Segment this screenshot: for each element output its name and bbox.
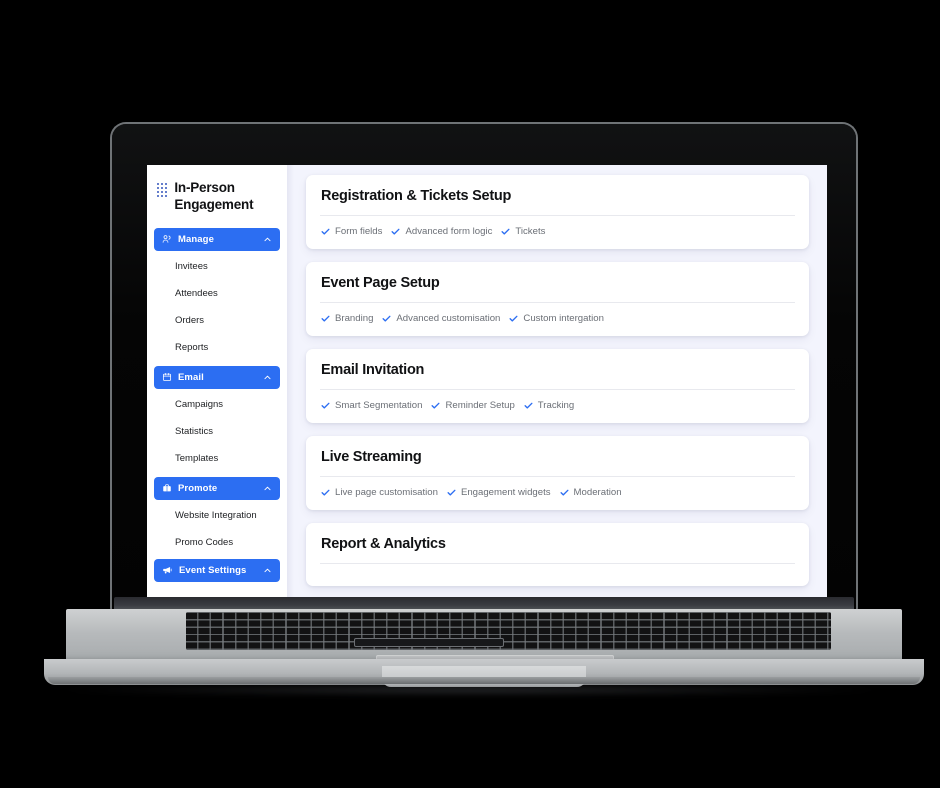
feature-label: Engagement widgets [460,487,551,498]
feature-item: Live page customisation [321,487,438,498]
feature-item: Tickets [501,226,545,237]
feature-label: Moderation [573,487,622,498]
laptop-base-top [66,609,902,683]
feature-item: Branding [321,313,373,324]
check-icon [391,228,400,235]
card-email-invitation: Email Invitation Smart Segmentation Remi… [306,349,809,423]
sidebar-item-email[interactable]: Email [154,365,280,389]
feature-item: Tracking [524,400,574,411]
sidebar-item-manage[interactable]: Manage [154,227,280,251]
feature-item: Moderation [560,487,622,498]
sidebar-item-attendees[interactable]: Attendees [147,280,287,307]
feature-label: Advanced form logic [405,226,493,237]
spacebar-key [354,638,504,647]
brand: In-Person Engagement [147,177,287,228]
feature-label: Branding [335,313,374,324]
card-title: Registration & Tickets Setup [321,188,512,204]
check-icon [321,315,330,322]
nav-sublist-promote: Website Integration Promo Codes [147,500,287,556]
laptop-base [44,597,924,687]
megaphone-icon [163,567,172,574]
card-title: Email Invitation [321,362,425,378]
feature-label: Tickets [515,226,546,237]
sidebar-item-label: Event Settings [179,564,247,576]
brand-title: In-Person Engagement [174,180,254,212]
chevron-up-icon[interactable] [263,373,272,382]
card-registration-tickets-setup: Registration & Tickets Setup Form fields… [306,175,809,249]
feature-label: Custom intergation [523,313,604,324]
sidebar-item-promo-codes[interactable]: Promo Codes [147,529,287,556]
sidebar-item-campaigns[interactable]: Campaigns [147,389,287,418]
check-icon [560,489,569,496]
feature-item: Custom intergation [509,313,604,324]
keyboard [186,612,831,650]
card-live-streaming: Live Streaming Live page customisation E… [306,436,809,510]
feature-list: Branding Advanced customisation Custom i… [321,303,794,336]
app-screen: In-Person Engagement Manage Invitees Att… [147,165,827,599]
laptop-drop-shadow [60,684,880,696]
feature-label: Live page customisation [335,487,438,498]
sidebar-item-reports[interactable]: Reports [147,334,287,361]
check-icon [382,315,391,322]
check-icon [524,402,533,409]
feature-item: Engagement widgets [447,487,551,498]
nav-group-manage: Manage Invitees Attendees Orders Reports [147,227,287,361]
main-content: Registration & Tickets Setup Form fields… [287,165,827,599]
card-title: Live Streaming [321,449,422,465]
sidebar-item-orders[interactable]: Orders [147,307,287,334]
check-icon [321,489,330,496]
chevron-up-icon[interactable] [263,235,272,244]
sidebar-item-website-integration[interactable]: Website Integration [147,500,287,529]
check-icon [321,228,330,235]
feature-list [321,564,794,586]
feature-label: Smart Segmentation [335,400,423,411]
card-title: Event Page Setup [321,275,440,291]
check-icon [509,315,518,322]
check-icon [321,402,330,409]
laptop-lid: In-Person Engagement Manage Invitees Att… [110,122,858,612]
card-event-page-setup: Event Page Setup Branding Advanced custo… [306,262,809,336]
laptop-base-edge [48,677,920,684]
check-icon [501,228,510,235]
feature-item: Reminder Setup [431,400,515,411]
feature-item: Form fields [321,226,382,237]
grid-dots-icon [157,183,168,198]
chevron-up-icon[interactable] [263,484,272,493]
sidebar-item-label: Promote [178,482,218,494]
sidebar-item-templates[interactable]: Templates [147,445,287,472]
card-report-analytics: Report & Analytics [306,523,809,586]
laptop-screen-bezel: In-Person Engagement Manage Invitees Att… [112,124,856,612]
feature-label: Form fields [335,226,383,237]
briefcase-icon [163,484,171,492]
nav-group-email: Email Campaigns Statistics Templates [147,365,287,472]
sidebar-item-event-settings[interactable]: Event Settings [154,558,280,582]
chevron-up-icon[interactable] [263,566,272,575]
sidebar-item-promote[interactable]: Promote [154,476,280,500]
sidebar: In-Person Engagement Manage Invitees Att… [147,165,294,599]
feature-list: Smart Segmentation Reminder Setup Tracki… [321,390,794,423]
feature-item: Advanced customisation [382,313,500,324]
check-icon [431,402,440,409]
sidebar-item-label: Email [178,371,204,383]
feature-item: Advanced form logic [391,226,492,237]
feature-list: Form fields Advanced form logic Tickets [321,216,794,249]
feature-label: Tracking [537,400,575,411]
calendar-icon [162,373,172,382]
people-icon [162,235,171,243]
sidebar-item-label: Manage [178,233,214,245]
nav-group-promote: Promote Website Integration Promo Codes [147,476,287,556]
feature-label: Advanced customisation [396,313,501,324]
nav-sublist-manage: Invitees Attendees Orders Reports [147,251,287,361]
check-icon [447,489,456,496]
nav-group-event-settings: Event Settings [147,558,287,582]
screenshot-stage: In-Person Engagement Manage Invitees Att… [0,0,940,788]
sidebar-item-invitees[interactable]: Invitees [147,251,287,280]
feature-label: Reminder Setup [445,400,515,411]
feature-list: Live page customisation Engagement widge… [321,477,794,510]
card-title: Report & Analytics [321,536,446,552]
feature-item: Smart Segmentation [321,400,422,411]
nav-sublist-email: Campaigns Statistics Templates [147,389,287,472]
sidebar-item-statistics[interactable]: Statistics [147,418,287,445]
